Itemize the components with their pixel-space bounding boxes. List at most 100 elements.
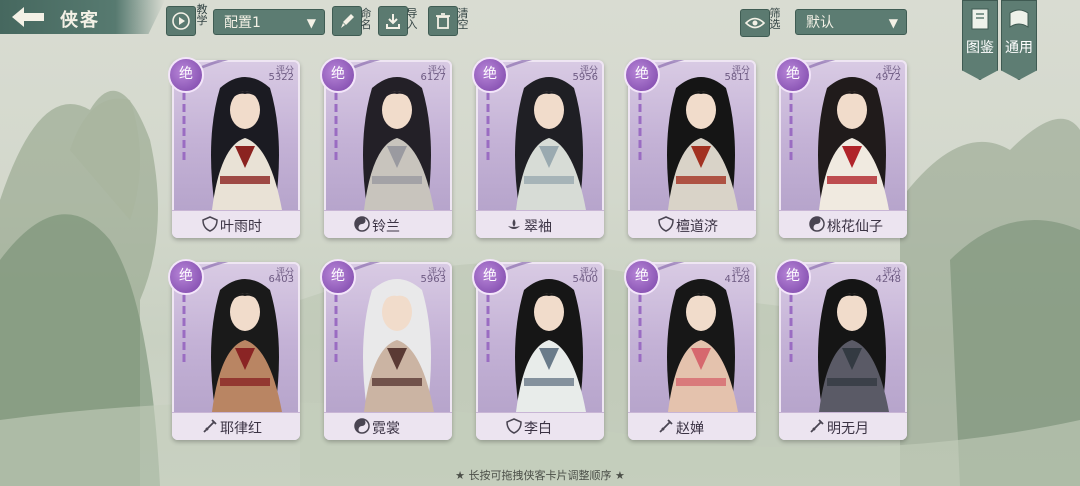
score-value: 4972 bbox=[875, 72, 901, 83]
scroll-icon bbox=[1009, 9, 1029, 28]
shield-icon bbox=[658, 216, 674, 232]
hero-name: 桃花仙子 bbox=[827, 219, 883, 235]
rename-button[interactable] bbox=[332, 6, 362, 36]
hero-name: 翠袖 bbox=[524, 219, 552, 235]
hero-card[interactable]: 评分 5322 叶雨时绝 bbox=[168, 57, 300, 238]
hero-card[interactable]: 评分 5400 李白绝 bbox=[472, 259, 604, 440]
rank-badge: 绝 bbox=[624, 57, 660, 93]
back-button[interactable] bbox=[4, 3, 52, 31]
card-name-bar: 李白 bbox=[476, 412, 604, 440]
brush-icon bbox=[341, 14, 354, 28]
rename-label: 命名 bbox=[360, 7, 372, 31]
shield-icon bbox=[506, 418, 522, 434]
lotus-icon bbox=[508, 219, 520, 229]
score-value: 5322 bbox=[268, 72, 294, 83]
rank-badge: 绝 bbox=[472, 57, 508, 93]
card-name-bar: 檀道济 bbox=[628, 210, 756, 238]
rank-chain-decoration bbox=[334, 294, 338, 366]
hero-name: 叶雨时 bbox=[220, 219, 262, 235]
general-label: 通用 bbox=[1005, 40, 1033, 56]
hero-portrait bbox=[818, 279, 889, 412]
hero-name: 赵婵 bbox=[676, 421, 704, 437]
score-value: 6127 bbox=[420, 72, 446, 83]
yin-yang-icon bbox=[354, 216, 370, 232]
rank-badge: 绝 bbox=[775, 57, 811, 93]
tutorial-label: 教学 bbox=[196, 3, 208, 27]
rank-badge: 绝 bbox=[320, 259, 356, 295]
filter-label: 筛选 bbox=[769, 7, 781, 31]
rank-chain-decoration bbox=[334, 92, 338, 164]
rank-badge: 绝 bbox=[168, 259, 204, 295]
clear-button[interactable] bbox=[428, 6, 458, 36]
config-select[interactable]: 配置1 ▼ bbox=[213, 9, 325, 35]
sort-select-value: 默认 bbox=[806, 15, 834, 31]
hero-portrait bbox=[363, 279, 434, 412]
hero-card[interactable]: 评分 6403 耶律红绝 bbox=[168, 259, 300, 440]
hero-card[interactable]: 评分 6127 铃兰绝 bbox=[320, 57, 452, 238]
shield-icon bbox=[202, 216, 218, 232]
hero-card[interactable]: 评分 5811 檀道济绝 bbox=[624, 57, 756, 238]
general-button[interactable]: 通用 bbox=[1001, 0, 1037, 80]
rank-chain-decoration bbox=[486, 92, 490, 164]
card-name-bar: 赵婵 bbox=[628, 412, 756, 440]
card-name-bar: 翠袖 bbox=[476, 210, 604, 238]
hero-portrait bbox=[211, 77, 282, 210]
hero-card[interactable]: 评分 4248 明无月绝 bbox=[775, 259, 907, 440]
sword-icon bbox=[659, 419, 673, 433]
score-value: 4128 bbox=[724, 274, 750, 285]
hero-card[interactable]: 评分 4128 赵婵绝 bbox=[624, 259, 756, 440]
rank-chain-decoration bbox=[486, 294, 490, 366]
eye-icon bbox=[745, 17, 765, 29]
hero-portrait bbox=[363, 77, 434, 210]
yin-yang-icon bbox=[354, 418, 370, 434]
tutorial-button[interactable] bbox=[166, 6, 196, 36]
sword-icon bbox=[203, 419, 217, 433]
import-label: 导入 bbox=[406, 7, 418, 31]
atlas-button[interactable]: 图鉴 bbox=[962, 0, 998, 80]
hero-card[interactable]: 评分 5963 霓裳绝 bbox=[320, 259, 452, 440]
hero-name: 檀道济 bbox=[676, 219, 718, 235]
import-button[interactable] bbox=[378, 6, 408, 36]
hero-portrait bbox=[515, 77, 586, 210]
card-name-bar: 耶律红 bbox=[172, 412, 300, 440]
rank-badge: 绝 bbox=[168, 57, 204, 93]
hero-card[interactable]: 评分 5956 翠袖绝 bbox=[472, 57, 604, 238]
clear-label: 清空 bbox=[457, 7, 469, 31]
card-name-bar: 铃兰 bbox=[324, 210, 452, 238]
trash-icon bbox=[436, 13, 450, 29]
score-value: 5400 bbox=[572, 274, 598, 285]
sort-select[interactable]: 默认 ▼ bbox=[795, 9, 907, 35]
rank-badge: 绝 bbox=[472, 259, 508, 295]
drag-hint: ★ 长按可拖拽侠客卡片调整顺序 ★ bbox=[455, 469, 625, 482]
rank-chain-decoration bbox=[182, 294, 186, 366]
hero-card[interactable]: 评分 4972 桃花仙子绝 bbox=[775, 57, 907, 238]
download-icon bbox=[386, 14, 400, 29]
hero-name: 明无月 bbox=[827, 421, 869, 437]
card-name-bar: 叶雨时 bbox=[172, 210, 300, 238]
hero-portrait bbox=[667, 77, 738, 210]
rank-chain-decoration bbox=[182, 92, 186, 164]
card-name-bar: 桃花仙子 bbox=[779, 210, 907, 238]
rank-badge: 绝 bbox=[624, 259, 660, 295]
back-arrow-icon bbox=[12, 7, 44, 27]
score-value: 4248 bbox=[875, 274, 901, 285]
score-value: 5956 bbox=[572, 72, 598, 83]
card-name-bar: 霓裳 bbox=[324, 412, 452, 440]
chevron-down-icon: ▼ bbox=[888, 16, 898, 30]
rank-badge: 绝 bbox=[320, 57, 356, 93]
score-value: 5811 bbox=[724, 72, 750, 83]
hero-portrait bbox=[211, 279, 282, 412]
rank-chain-decoration bbox=[789, 92, 793, 164]
hero-name: 耶律红 bbox=[220, 421, 262, 437]
hero-name: 李白 bbox=[524, 421, 552, 437]
rank-chain-decoration bbox=[789, 294, 793, 366]
hero-name: 霓裳 bbox=[372, 421, 400, 437]
card-name-bar: 明无月 bbox=[779, 412, 907, 440]
filter-button[interactable] bbox=[740, 9, 770, 37]
rank-chain-decoration bbox=[638, 92, 642, 164]
hero-portrait bbox=[667, 279, 738, 412]
score-value: 5963 bbox=[420, 274, 446, 285]
hero-portrait bbox=[515, 279, 586, 412]
play-icon bbox=[172, 12, 190, 30]
config-select-value: 配置1 bbox=[224, 15, 261, 31]
